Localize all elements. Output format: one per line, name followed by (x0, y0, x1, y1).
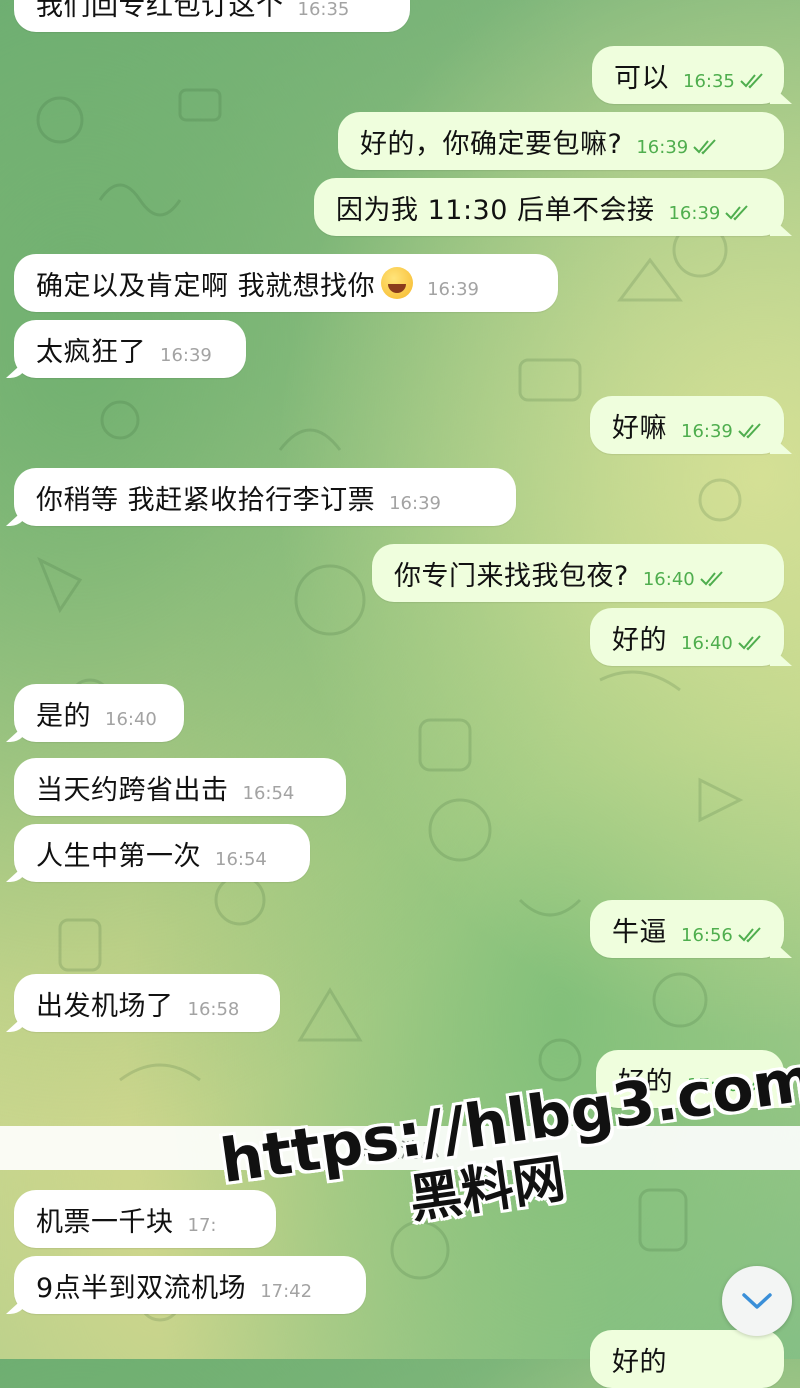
message-bubble[interactable]: 确定以及肯定啊 我就想找你 16:39 (14, 254, 558, 312)
message-time: 16:35 (297, 0, 350, 20)
double-check-icon (738, 635, 761, 651)
message-text: 机票一千块 (36, 1206, 174, 1238)
double-check-icon (738, 927, 761, 943)
message-time: 16:40 (681, 632, 733, 654)
message-text: 你稍等 我赶紧收拾行李订票 (36, 484, 376, 516)
message-time: 16:40 (105, 708, 157, 730)
message-bubble[interactable]: 好嘛 16:39 (590, 396, 784, 454)
message-text: 太疯狂了 (36, 336, 146, 368)
message-text: 因为我 11:30 后单不会接 (336, 194, 655, 226)
message-time: 16:39 (681, 420, 733, 442)
message-text: 你专门来找我包夜? (394, 560, 629, 592)
message-bubble[interactable]: 好的 16:40 (590, 608, 784, 666)
face-with-tears-of-joy-emoji (381, 267, 414, 299)
message-bubble[interactable]: 你专门来找我包夜? 16:40 (372, 544, 784, 602)
message-bubble[interactable]: 我们回专红包订这个 16:35 (14, 0, 410, 32)
message-bubble[interactable]: 好的 (590, 1330, 784, 1388)
message-bubble[interactable]: 人生中第一次 16:54 (14, 824, 310, 882)
message-bubble[interactable]: 好的，你确定要包嘛? 16:39 (338, 112, 784, 170)
double-check-icon (740, 73, 763, 89)
message-text: 确定以及肯定啊 我就想找你 (36, 270, 376, 302)
double-check-icon (700, 571, 723, 587)
message-bubble[interactable]: 出发机场了 16:58 (14, 974, 280, 1032)
message-time: 17: (187, 1214, 217, 1236)
message-text: 牛逼 (612, 916, 667, 948)
message-time: 16:35 (683, 70, 735, 92)
chevron-down-icon (742, 1293, 772, 1309)
message-bubble[interactable]: 你稍等 我赶紧收拾行李订票 16:39 (14, 468, 516, 526)
double-check-icon (693, 139, 716, 155)
message-text: 我们回专红包订这个 (36, 0, 284, 22)
message-time: 16:39 (668, 202, 721, 224)
message-text: 可以 (614, 62, 669, 94)
message-text: 好的 (612, 624, 667, 656)
double-check-icon (725, 205, 749, 221)
message-bubble[interactable]: 因为我 11:30 后单不会接 16:39 (314, 178, 784, 236)
message-bubble[interactable]: 是的 16:40 (14, 684, 184, 742)
double-check-icon (738, 423, 761, 439)
message-time: 16:54 (242, 782, 295, 804)
message-time: 16:39 (636, 136, 689, 158)
scroll-to-bottom-button[interactable] (722, 1266, 792, 1336)
message-bubble[interactable]: 牛逼 16:56 (590, 900, 784, 958)
message-text: 当天约跨省出击 (36, 774, 229, 806)
message-text: 好嘛 (612, 412, 667, 444)
message-bubble[interactable]: 太疯狂了 16:39 (14, 320, 246, 378)
message-time: 16:54 (215, 848, 267, 870)
message-text: 是的 (36, 700, 91, 732)
message-bubble[interactable]: 可以 16:35 (592, 46, 784, 104)
message-text: 9点半到双流机场 (36, 1272, 247, 1304)
message-time: 16:58 (187, 998, 240, 1020)
message-time: 16:39 (427, 278, 479, 300)
message-text: 好的，你确定要包嘛? (360, 128, 623, 160)
message-time: 16:39 (160, 344, 212, 366)
message-time: 16:40 (642, 568, 695, 590)
message-text: 好的 (612, 1346, 667, 1378)
message-bubble[interactable]: 当天约跨省出击 16:54 (14, 758, 346, 816)
message-text: 出发机场了 (36, 990, 174, 1022)
message-time: 16:56 (681, 924, 733, 946)
message-time: 16:39 (389, 492, 441, 514)
message-text: 人生中第一次 (36, 840, 201, 872)
